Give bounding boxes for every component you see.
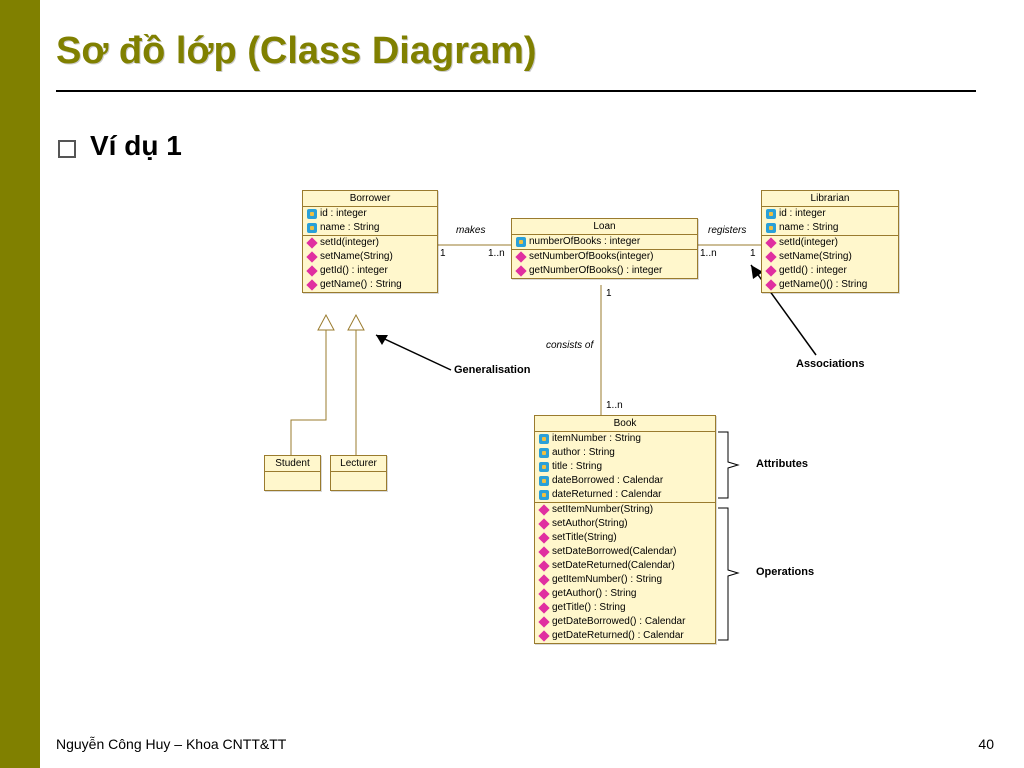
accent-bar: [0, 0, 40, 768]
label-associations: Associations: [796, 358, 864, 370]
operation-icon: [305, 236, 319, 250]
operation-icon: [537, 503, 551, 517]
operation-icon: [764, 236, 778, 250]
label-attributes: Attributes: [756, 458, 808, 470]
operation-icon: [305, 278, 319, 292]
operation-icon: [514, 264, 528, 278]
class-name: Borrower: [303, 191, 437, 207]
attribute-icon: [516, 237, 526, 247]
class-name: Student: [265, 456, 320, 472]
mult: 1: [606, 288, 612, 299]
operation-icon: [537, 531, 551, 545]
divider: [56, 90, 976, 92]
assoc-registers: registers: [708, 225, 746, 236]
attribute-icon: [539, 434, 549, 444]
assoc-consists-of: consists of: [546, 340, 593, 351]
attribute-icon: [539, 476, 549, 486]
attribute-icon: [539, 462, 549, 472]
operation-icon: [537, 545, 551, 559]
mult: 1..n: [700, 248, 717, 259]
label-generalisation: Generalisation: [454, 364, 530, 376]
label-operations: Operations: [756, 566, 814, 578]
operation-icon: [537, 517, 551, 531]
assoc-makes: makes: [456, 225, 485, 236]
mult: 1: [750, 248, 756, 259]
operation-icon: [537, 559, 551, 573]
operation-icon: [537, 573, 551, 587]
slide-title: Sơ đồ lớp (Class Diagram): [56, 30, 537, 73]
class-name: Book: [535, 416, 715, 432]
bullet-icon: [58, 140, 76, 158]
slide-subtitle: Ví dụ 1: [90, 130, 182, 162]
operation-icon: [764, 264, 778, 278]
mult: 1: [440, 248, 446, 259]
class-name: Lecturer: [331, 456, 386, 472]
class-book: Book itemNumber : String author : String…: [534, 415, 716, 644]
attribute-icon: [307, 209, 317, 219]
operation-icon: [305, 264, 319, 278]
attribute-icon: [307, 223, 317, 233]
operation-icon: [764, 278, 778, 292]
operation-icon: [764, 250, 778, 264]
operation-icon: [514, 250, 528, 264]
page-number: 40: [978, 736, 994, 752]
operation-icon: [305, 250, 319, 264]
attribute-icon: [539, 448, 549, 458]
operation-icon: [537, 601, 551, 615]
class-lecturer: Lecturer: [330, 455, 387, 491]
class-name: Librarian: [762, 191, 898, 207]
class-loan: Loan numberOfBooks : integer setNumberOf…: [511, 218, 698, 279]
footer-author: Nguyễn Công Huy – Khoa CNTT&TT: [56, 736, 286, 752]
class-student: Student: [264, 455, 321, 491]
operation-icon: [537, 615, 551, 629]
class-borrower: Borrower id : integer name : String setI…: [302, 190, 438, 293]
attribute-icon: [539, 490, 549, 500]
mult: 1..n: [606, 400, 623, 411]
class-diagram: Borrower id : integer name : String setI…: [56, 180, 976, 720]
operation-icon: [537, 587, 551, 601]
attribute-icon: [766, 209, 776, 219]
mult: 1..n: [488, 248, 505, 259]
class-name: Loan: [512, 219, 697, 235]
class-librarian: Librarian id : integer name : String set…: [761, 190, 899, 293]
operation-icon: [537, 629, 551, 643]
attribute-icon: [766, 223, 776, 233]
